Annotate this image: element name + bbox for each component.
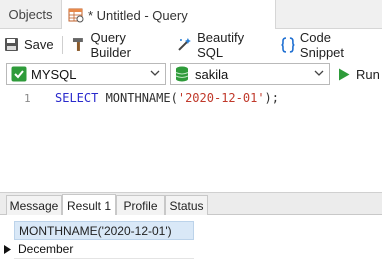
toolbar-divider: [61, 35, 63, 54]
tab-message[interactable]: Message: [6, 195, 62, 216]
code-snippet-button[interactable]: Code Snippet: [277, 29, 382, 60]
tab-profile[interactable]: Profile: [116, 195, 165, 216]
sql-code-line: SELECT MONTHNAME('2020-12-01');: [55, 91, 279, 105]
database-select[interactable]: sakila: [170, 63, 330, 85]
connection-value: MYSQL: [31, 66, 77, 82]
chevron-down-icon: [314, 70, 324, 76]
chevron-down-icon: [150, 70, 160, 76]
save-label: Save: [24, 37, 54, 52]
column-header[interactable]: MONTHNAME('2020-12-01'): [14, 221, 194, 240]
connection-select[interactable]: MYSQL: [6, 63, 166, 85]
beautify-sql-button[interactable]: Beautify SQL: [173, 29, 277, 60]
mysql-connection-icon: [11, 66, 27, 82]
line-number: 1: [24, 92, 31, 105]
save-button[interactable]: Save: [0, 33, 58, 57]
database-value: sakila: [195, 66, 229, 82]
run-button[interactable]: Run: [338, 63, 380, 85]
sql-function: MONTHNAME(: [98, 91, 178, 105]
sql-editor[interactable]: 1 SELECT MONTHNAME('2020-12-01');: [0, 88, 382, 192]
play-icon: [339, 68, 350, 80]
table-cell[interactable]: December: [14, 240, 194, 259]
tab-status[interactable]: Status: [165, 195, 208, 216]
code-snippet-label: Code Snippet: [299, 29, 345, 60]
editor-gutter: 1: [0, 88, 40, 192]
save-icon: [5, 38, 18, 51]
braces-icon: [281, 36, 295, 53]
tab-query[interactable]: * Untitled - Query: [62, 0, 276, 30]
tab-result-1[interactable]: Result 1: [62, 194, 116, 216]
query-table-icon: [68, 7, 84, 23]
sql-keyword: SELECT: [55, 91, 99, 105]
sql-string: '2020-12-01': [177, 91, 265, 105]
run-label: Run: [356, 66, 380, 82]
connection-row: MYSQL sakila Run: [0, 60, 382, 88]
current-row-arrow-icon: [4, 245, 11, 254]
hammer-icon: [72, 38, 83, 51]
tab-objects[interactable]: Objects: [0, 0, 62, 29]
result-tabs: Message Result 1 Profile Status: [0, 192, 382, 216]
result-grid: MONTHNAME('2020-12-01') December: [0, 215, 382, 264]
tab-objects-label: Objects: [8, 7, 53, 22]
sql-tail: );: [264, 91, 279, 105]
toolbar: Save Query Builder Beautify SQL Code Sni…: [0, 29, 382, 60]
tab-query-label: * Untitled - Query: [88, 7, 188, 23]
query-builder-label: Query Builder: [90, 29, 131, 60]
magic-wand-icon: [178, 38, 192, 51]
query-builder-button[interactable]: Query Builder: [67, 29, 174, 60]
tab-bar: Objects * Untitled - Query: [0, 0, 382, 30]
beautify-sql-label: Beautify SQL: [197, 29, 245, 60]
database-icon: [175, 66, 189, 82]
